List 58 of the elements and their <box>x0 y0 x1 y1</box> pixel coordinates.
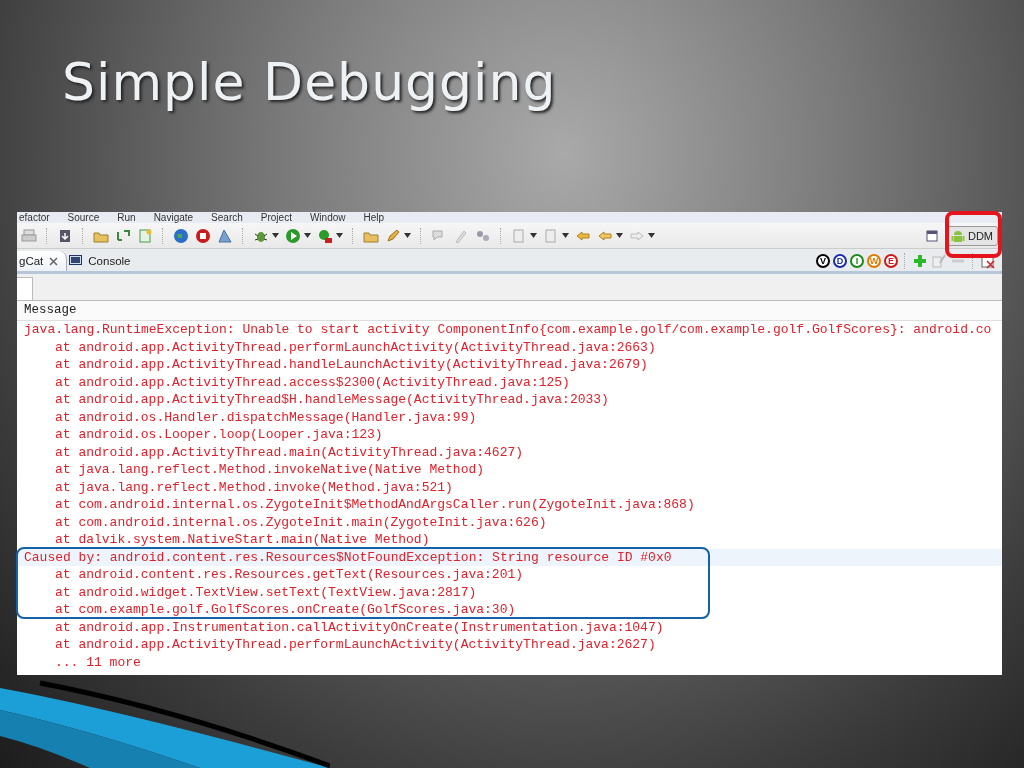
highlight-frame <box>945 211 1002 258</box>
log-line[interactable]: at android.app.Instrumentation.callActivityOnCreate(Instrumentation.java:1047) <box>17 618 1002 636</box>
triangle-icon[interactable] <box>217 227 233 244</box>
log-line[interactable]: at java.lang.reflect.Method.invokeNative(Native Method) <box>17 461 1002 479</box>
caret-icon[interactable] <box>562 233 569 238</box>
external-tool-icon[interactable] <box>317 227 333 244</box>
log-line[interactable]: at dalvik.system.NativeStart.main(Native Method) <box>17 531 1002 549</box>
log-level-button[interactable]: D <box>833 254 847 268</box>
log-line[interactable]: at android.content.res.Resources.getText(Resources.java:201) <box>17 566 1002 584</box>
log-line[interactable]: at android.app.ActivityThread.access$2300(ActivityThread.java:125) <box>17 373 1002 391</box>
globe-icon[interactable] <box>173 227 189 244</box>
menu-item[interactable]: Project <box>260 213 292 223</box>
run-icon[interactable] <box>285 227 301 244</box>
log-line[interactable]: at com.android.internal.os.ZygoteInit.main(ZygoteInit.java:626) <box>17 513 1002 531</box>
caret-icon[interactable] <box>272 233 279 238</box>
printer-icon[interactable] <box>21 227 37 244</box>
menu-item[interactable]: Search <box>211 213 243 223</box>
log-line[interactable]: at android.os.Handler.dispatchMessage(Handler.java:99) <box>17 408 1002 426</box>
log-line[interactable]: at android.app.ActivityThread.performLaunchActivity(ActivityThread.java:2627) <box>17 636 1002 654</box>
menu-item[interactable]: Source <box>67 213 100 223</box>
open-perspective-icon[interactable] <box>923 227 940 244</box>
plus-icon[interactable] <box>912 253 928 269</box>
download-icon[interactable] <box>57 227 73 244</box>
log-line[interactable]: at java.lang.reflect.Method.invoke(Method.java:521) <box>17 478 1002 496</box>
log-line[interactable]: at android.widget.TextView.setText(TextView.java:2817) <box>17 583 1002 601</box>
menu-item[interactable]: Navigate <box>153 213 194 223</box>
log-line[interactable]: at android.app.ActivityThread$H.handleMessage(ActivityThread.java:2033) <box>17 391 1002 409</box>
view-tab[interactable]: Console <box>67 251 139 271</box>
log-line[interactable]: at android.app.ActivityThread.performLaunchActivity(ActivityThread.java:2663) <box>17 338 1002 356</box>
log-line[interactable]: at android.app.ActivityThread.main(ActivityThread.java:4627) <box>17 443 1002 461</box>
log-line[interactable]: at android.app.ActivityThread.handleLaunchActivity(ActivityThread.java:2679) <box>17 356 1002 374</box>
android-icon <box>950 228 965 243</box>
menu-item[interactable]: Window <box>309 213 346 223</box>
view-tab[interactable]: gCat <box>17 251 68 271</box>
log-line[interactable]: at com.example.golf.GolfScores.onCreate(GolfScores.java:30) <box>17 601 1002 619</box>
caret-icon[interactable] <box>304 233 311 238</box>
log-level-button[interactable]: W <box>867 254 881 268</box>
caret-icon[interactable] <box>336 233 343 238</box>
close-icon[interactable] <box>49 256 59 266</box>
log-level-button[interactable]: V <box>816 254 830 268</box>
caret-icon[interactable] <box>616 233 623 238</box>
log-level-button[interactable]: I <box>850 254 864 268</box>
log-line[interactable]: at com.android.internal.os.ZygoteInit$MethodAndArgsCaller.run(ZygoteInit.java:868) <box>17 496 1002 514</box>
caret-icon[interactable] <box>648 233 655 238</box>
stop-icon[interactable] <box>195 227 211 244</box>
menu-item[interactable]: Help <box>363 213 385 223</box>
log-line[interactable]: at android.os.Looper.loop(Looper.java:123) <box>17 426 1002 444</box>
menu-item[interactable]: efactor <box>19 213 50 223</box>
slide-title: Simple Debugging <box>61 51 558 114</box>
log-line[interactable]: java.lang.RuntimeException: Unable to start activity ComponentInfo{com.example.golf/com.example.golf.GolfScores}: android.co <box>17 321 1002 339</box>
column-header[interactable]: Message <box>17 301 1002 321</box>
caret-icon[interactable] <box>530 233 537 238</box>
pencil-icon[interactable] <box>385 227 401 244</box>
log-level-button[interactable]: E <box>884 254 898 268</box>
console-icon <box>69 255 83 267</box>
log-line[interactable]: ... 11 more <box>17 653 1002 671</box>
menu-item[interactable]: Run <box>117 213 136 223</box>
caret-icon[interactable] <box>404 233 411 238</box>
